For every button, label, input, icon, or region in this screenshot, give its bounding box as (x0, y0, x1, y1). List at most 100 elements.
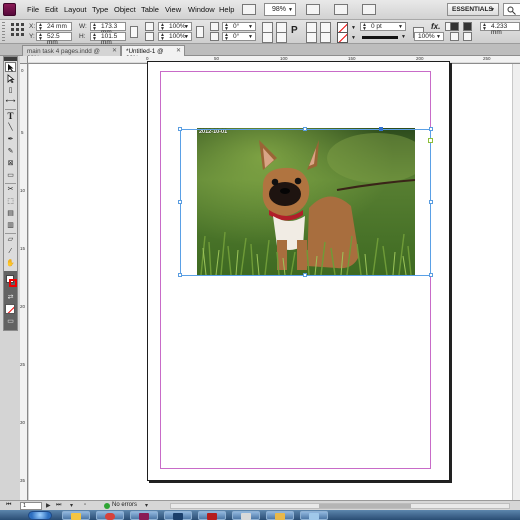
note-tool-icon[interactable]: ▱ (5, 235, 16, 245)
center-content-icon[interactable] (463, 32, 472, 41)
vertical-scrollbar[interactable] (512, 64, 520, 500)
gap-tool-icon[interactable]: ⟷ (5, 97, 16, 107)
ruler-origin[interactable] (20, 56, 28, 64)
scale-y-field[interactable]: ▲ ▼ 100% ▼ (158, 32, 192, 42)
effects-fx-button[interactable]: fx. (431, 22, 440, 31)
tools-panel-header[interactable] (4, 57, 17, 61)
indesign-app-icon[interactable] (3, 3, 16, 16)
first-page-icon[interactable]: ⏮ (6, 502, 11, 509)
menu-object[interactable]: Object (114, 5, 136, 14)
fitting-icon[interactable] (450, 22, 459, 31)
x-position-field[interactable]: ▲ ▼ 24 mm (36, 22, 72, 32)
resize-handle-top-right[interactable] (429, 127, 433, 131)
text-wrap-icon[interactable]: P (291, 25, 298, 36)
scissors-tool-icon[interactable]: ✂ (5, 185, 16, 195)
stroke-none-swatch[interactable] (337, 32, 348, 43)
menu-window[interactable]: Window (188, 5, 215, 14)
resize-handle-bottom-right[interactable] (429, 273, 433, 277)
arrange-documents-icon[interactable] (362, 4, 376, 15)
taskbar-chrome[interactable] (96, 511, 124, 520)
stroke-weight-field[interactable]: ▲ ▼ 0 pt ▼ (360, 22, 406, 32)
select-content-icon[interactable] (306, 32, 317, 43)
free-transform-tool-icon[interactable]: ⬚ (5, 197, 16, 207)
chevron-down-icon[interactable]: ▼ (401, 34, 406, 40)
menu-help[interactable]: Help (219, 5, 234, 14)
height-field[interactable]: ▲ ▼ 101.5 mm (90, 32, 126, 46)
width-field[interactable]: ▲▼ 173.3 mm (90, 22, 126, 36)
stepper-icon[interactable]: ▲ ▼ (92, 33, 97, 42)
screen-mode-icon[interactable] (334, 4, 348, 15)
reference-point-icon[interactable] (11, 23, 25, 37)
scale-x-field[interactable]: ▲ ▼ 100% ▼ (158, 22, 192, 32)
tab-main-task[interactable]: main task 4 pages.indd @ 98% ✕ (22, 45, 121, 62)
resize-handle-bottom-left[interactable] (178, 273, 182, 277)
content-grabber-handle[interactable] (379, 127, 383, 131)
fill-frame-icon[interactable] (463, 22, 472, 31)
taskbar-app-2[interactable] (300, 511, 328, 520)
bridge-icon[interactable] (242, 4, 256, 15)
gradient-swatch-tool-icon[interactable]: ▤ (5, 209, 16, 219)
page-menu-icon[interactable]: ▾ (70, 502, 73, 509)
line-tool-icon[interactable]: ╲ (5, 123, 16, 133)
page-number-field[interactable]: 1 (20, 502, 42, 510)
stepper-icon[interactable]: ▲ ▼ (38, 23, 43, 32)
constrain-scale-icon[interactable] (196, 26, 204, 38)
chevron-down-icon[interactable]: ▼ (351, 35, 356, 41)
opacity-field[interactable]: 100% ▼ (414, 32, 444, 41)
fit-content-icon[interactable] (450, 32, 459, 41)
taskbar-explorer[interactable] (62, 511, 90, 520)
view-options-icon[interactable] (306, 4, 320, 15)
out-port-handle[interactable] (428, 138, 433, 143)
apply-none-icon[interactable] (5, 304, 15, 314)
stroke-type-preview[interactable] (362, 36, 398, 39)
workspace-switcher[interactable]: ESSENTIALS ▼ (447, 3, 499, 16)
swap-fill-stroke-icon[interactable]: ⇄ (5, 293, 16, 303)
rotation-angle-field[interactable]: ▲ ▼ 0° ▼ (222, 22, 256, 32)
taskbar-photoshop[interactable] (164, 511, 192, 520)
taskbar-app[interactable] (232, 511, 260, 520)
stepper-icon[interactable]: ▲ ▼ (160, 33, 165, 42)
flip-vertical-icon[interactable] (276, 32, 287, 43)
zoom-level-select[interactable]: 98% ▼ (264, 3, 296, 16)
page-tool-icon[interactable]: ▯ (5, 86, 16, 96)
gradient-feather-tool-icon[interactable]: ▥ (5, 221, 16, 231)
scrollbar-thumb[interactable] (319, 504, 411, 508)
stepper-icon[interactable]: ▲ ▼ (224, 33, 229, 42)
graphic-frame-selection[interactable] (180, 129, 431, 276)
hand-tool-icon[interactable]: ✋ (5, 259, 16, 269)
shear-angle-field[interactable]: ▲ ▼ 0° ▼ (222, 32, 256, 42)
last-page-icon[interactable]: ⏭ (56, 502, 61, 509)
stepper-icon[interactable]: ▲ ▼ (482, 23, 487, 32)
resize-handle-top-center[interactable] (303, 127, 307, 131)
selection-tool-icon[interactable] (5, 62, 16, 72)
select-next-icon[interactable] (320, 32, 331, 43)
stepper-icon[interactable]: ▲ ▼ (160, 23, 165, 32)
stepper-icon[interactable]: ▲ ▼ (38, 33, 43, 42)
pencil-tool-icon[interactable]: ✎ (5, 147, 16, 157)
close-icon[interactable]: ✕ (112, 47, 117, 54)
tab-untitled-1[interactable]: *Untitled-1 @ 98% ✕ (121, 45, 185, 62)
taskbar-folder[interactable] (266, 511, 294, 520)
horizontal-scrollbar[interactable] (170, 503, 510, 509)
chevron-down-icon[interactable]: ▾ (145, 502, 148, 509)
menu-layout[interactable]: Layout (64, 5, 87, 14)
close-icon[interactable]: ✕ (176, 47, 181, 54)
direct-selection-tool-icon[interactable] (5, 74, 16, 84)
pen-tool-icon[interactable]: ✒ (5, 135, 16, 145)
y-position-field[interactable]: ▲ ▼ 52.5 mm (36, 32, 72, 46)
constrain-proportions-icon[interactable] (130, 26, 138, 38)
panel-grip[interactable] (2, 22, 5, 42)
resize-handle-middle-right[interactable] (429, 200, 433, 204)
stepper-icon[interactable]: ▲ ▼ (224, 23, 229, 32)
search-field[interactable] (503, 3, 520, 16)
corner-size-field[interactable]: ▲ ▼ 4.233 mm (480, 22, 520, 36)
menu-view[interactable]: View (165, 5, 181, 14)
menu-file[interactable]: File (27, 5, 39, 14)
stroke-swatch[interactable] (9, 279, 17, 287)
stepper-icon[interactable]: ▲ ▼ (362, 23, 367, 32)
menu-edit[interactable]: Edit (45, 5, 58, 14)
vertical-ruler[interactable]: 0 5 10 15 20 25 30 35 (20, 64, 28, 500)
taskbar-indesign[interactable] (130, 511, 158, 520)
open-icon[interactable]: ▫ (84, 502, 86, 508)
rotate-90-ccw-icon[interactable] (262, 32, 273, 43)
